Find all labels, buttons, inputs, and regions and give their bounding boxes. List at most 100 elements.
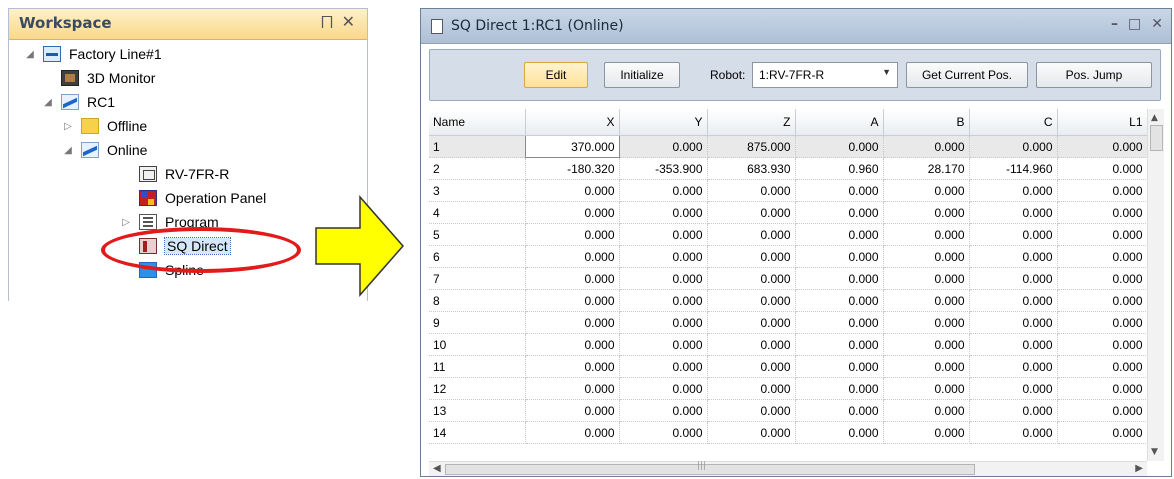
- value-cell[interactable]: 0.000: [707, 179, 796, 202]
- value-cell[interactable]: 0.000: [969, 399, 1058, 422]
- value-cell[interactable]: 0.000: [525, 179, 620, 202]
- value-cell[interactable]: 0.000: [707, 421, 796, 444]
- row-name-cell[interactable]: 8: [429, 289, 526, 312]
- tree-item-online[interactable]: ◢ Online: [61, 139, 147, 161]
- value-cell[interactable]: 0.000: [969, 377, 1058, 400]
- value-cell[interactable]: 0.000: [525, 355, 620, 378]
- scroll-thumb[interactable]: [1150, 125, 1163, 151]
- value-cell[interactable]: 0.000: [1057, 245, 1147, 268]
- column-header-a[interactable]: A: [795, 109, 884, 136]
- value-cell[interactable]: 0.000: [525, 377, 620, 400]
- table-row[interactable]: 9 0.000 0.000 0.000 0.000 0.000 0.000 0.000: [429, 311, 1147, 334]
- get-current-pos-button[interactable]: Get Current Pos.: [906, 62, 1028, 88]
- value-cell[interactable]: 0.000: [619, 289, 708, 312]
- value-cell[interactable]: 0.000: [795, 311, 884, 334]
- value-cell[interactable]: 0.000: [707, 311, 796, 334]
- chevron-down-icon[interactable]: ▼: [882, 67, 891, 77]
- value-cell[interactable]: 0.000: [795, 399, 884, 422]
- value-cell[interactable]: 0.000: [969, 355, 1058, 378]
- scroll-left-icon[interactable]: ◀: [433, 463, 441, 474]
- pos-jump-button[interactable]: Pos. Jump: [1036, 62, 1152, 88]
- value-cell[interactable]: 0.000: [969, 311, 1058, 334]
- row-name-cell[interactable]: 11: [429, 355, 526, 378]
- value-cell[interactable]: 0.000: [619, 311, 708, 334]
- collapse-icon[interactable]: ◢: [61, 145, 75, 156]
- value-cell[interactable]: 0.000: [619, 135, 708, 158]
- row-name-cell[interactable]: 12: [429, 377, 526, 400]
- column-header-name[interactable]: Name: [429, 109, 526, 136]
- value-cell[interactable]: 0.000: [619, 267, 708, 290]
- column-header-c[interactable]: C: [969, 109, 1058, 136]
- table-row[interactable]: 1 370.000 0.000 875.000 0.000 0.000 0.000 0.000: [429, 135, 1147, 158]
- value-cell[interactable]: 0.000: [795, 245, 884, 268]
- value-cell[interactable]: 0.000: [883, 289, 970, 312]
- value-cell[interactable]: 0.000: [1057, 289, 1147, 312]
- collapse-icon[interactable]: ◢: [23, 49, 37, 60]
- value-cell[interactable]: 0.000: [969, 421, 1058, 444]
- value-cell[interactable]: 0.000: [707, 289, 796, 312]
- value-cell[interactable]: 0.000: [883, 135, 970, 158]
- value-cell[interactable]: 0.000: [883, 267, 970, 290]
- column-header-l1[interactable]: L1: [1057, 109, 1147, 136]
- value-cell[interactable]: 0.000: [525, 333, 620, 356]
- row-name-cell[interactable]: 4: [429, 201, 526, 224]
- value-cell[interactable]: 0.000: [1057, 179, 1147, 202]
- column-header-z[interactable]: Z: [707, 109, 796, 136]
- value-cell[interactable]: 28.170: [883, 157, 970, 180]
- value-cell[interactable]: 683.930: [707, 157, 796, 180]
- row-name-cell[interactable]: 1: [429, 135, 526, 158]
- value-cell[interactable]: 0.000: [707, 201, 796, 224]
- row-name-cell[interactable]: 2: [429, 157, 526, 180]
- value-cell[interactable]: 0.000: [707, 333, 796, 356]
- column-header-b[interactable]: B: [883, 109, 970, 136]
- table-row[interactable]: 12 0.000 0.000 0.000 0.000 0.000 0.000 0.000: [429, 377, 1147, 400]
- value-cell[interactable]: 0.000: [883, 355, 970, 378]
- vertical-scrollbar[interactable]: ▲ ▼: [1147, 109, 1164, 461]
- value-cell[interactable]: 0.000: [795, 201, 884, 224]
- value-cell[interactable]: -180.320: [525, 157, 620, 180]
- column-header-x[interactable]: X: [525, 109, 620, 136]
- edit-button[interactable]: Edit: [524, 62, 588, 88]
- value-cell[interactable]: 0.000: [707, 377, 796, 400]
- table-row[interactable]: 11 0.000 0.000 0.000 0.000 0.000 0.000 0.000: [429, 355, 1147, 378]
- maximize-icon[interactable]: □: [1128, 16, 1141, 32]
- table-row[interactable]: 5 0.000 0.000 0.000 0.000 0.000 0.000 0.000: [429, 223, 1147, 246]
- value-cell[interactable]: 0.000: [525, 311, 620, 334]
- value-cell[interactable]: 0.000: [969, 289, 1058, 312]
- table-row[interactable]: 10 0.000 0.000 0.000 0.000 0.000 0.000 0.000: [429, 333, 1147, 356]
- value-cell[interactable]: 0.000: [883, 245, 970, 268]
- value-cell[interactable]: 0.000: [619, 201, 708, 224]
- table-row[interactable]: 6 0.000 0.000 0.000 0.000 0.000 0.000 0.000: [429, 245, 1147, 268]
- scroll-down-icon[interactable]: ▼: [1151, 447, 1158, 457]
- value-cell[interactable]: 0.000: [525, 289, 620, 312]
- value-cell[interactable]: 0.000: [707, 355, 796, 378]
- value-cell[interactable]: 0.000: [525, 421, 620, 444]
- horizontal-scrollbar[interactable]: ◀ ||| ▶: [429, 461, 1147, 476]
- value-cell[interactable]: 0.000: [1057, 355, 1147, 378]
- value-cell[interactable]: 0.000: [883, 223, 970, 246]
- value-cell[interactable]: 370.000: [524, 135, 620, 158]
- value-cell[interactable]: 0.000: [707, 223, 796, 246]
- value-cell[interactable]: 0.000: [795, 355, 884, 378]
- value-cell[interactable]: 0.000: [1057, 223, 1147, 246]
- row-name-cell[interactable]: 3: [429, 179, 526, 202]
- value-cell[interactable]: 0.000: [795, 223, 884, 246]
- value-cell[interactable]: 875.000: [707, 135, 796, 158]
- value-cell[interactable]: 0.000: [525, 223, 620, 246]
- table-row[interactable]: 4 0.000 0.000 0.000 0.000 0.000 0.000 0.000: [429, 201, 1147, 224]
- value-cell[interactable]: 0.000: [1057, 135, 1147, 158]
- tree-item-operation-panel[interactable]: Operation Panel: [139, 187, 266, 209]
- table-row[interactable]: 13 0.000 0.000 0.000 0.000 0.000 0.000 0.000: [429, 399, 1147, 422]
- row-name-cell[interactable]: 9: [429, 311, 526, 334]
- value-cell[interactable]: 0.000: [525, 201, 620, 224]
- value-cell[interactable]: 0.000: [707, 399, 796, 422]
- minimize-icon[interactable]: –: [1111, 16, 1118, 32]
- value-cell[interactable]: 0.000: [883, 377, 970, 400]
- value-cell[interactable]: 0.000: [619, 179, 708, 202]
- value-cell[interactable]: 0.000: [969, 223, 1058, 246]
- value-cell[interactable]: 0.000: [969, 179, 1058, 202]
- row-name-cell[interactable]: 6: [429, 245, 526, 268]
- row-name-cell[interactable]: 13: [429, 399, 526, 422]
- value-cell[interactable]: 0.000: [795, 289, 884, 312]
- value-cell[interactable]: 0.000: [795, 179, 884, 202]
